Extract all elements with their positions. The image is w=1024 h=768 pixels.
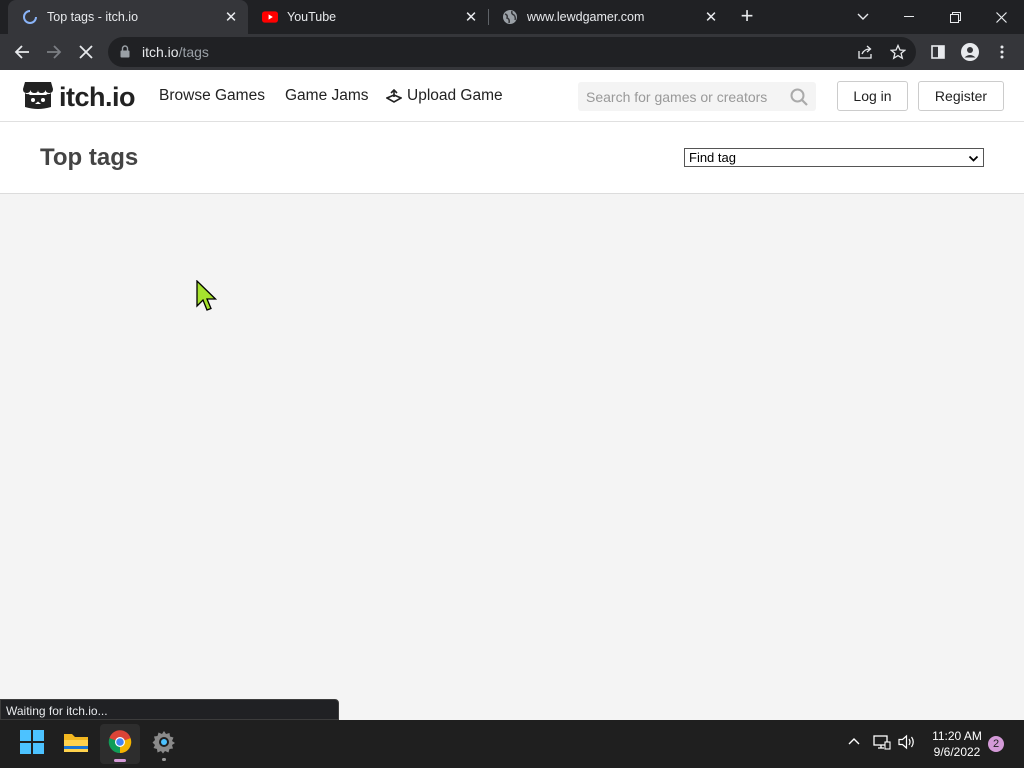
- active-app-indicator: [114, 759, 126, 762]
- show-hidden-icons-chevron-icon[interactable]: [847, 734, 861, 753]
- taskbar: 11:20 AM 9/6/2022 2: [0, 720, 1024, 768]
- close-window-button[interactable]: [978, 0, 1024, 34]
- page-title: Top tags: [40, 144, 139, 171]
- mouse-cursor-icon: [196, 279, 218, 317]
- back-arrow-icon[interactable]: [8, 38, 36, 66]
- tab-title: YouTube: [287, 10, 337, 24]
- itchio-logo[interactable]: itch.io: [22, 80, 136, 115]
- browser-status-bubble: Waiting for itch.io...: [0, 699, 339, 720]
- upload-icon: [386, 89, 402, 103]
- tab-title: www.lewdgamer.com: [527, 10, 645, 24]
- running-app-indicator: [162, 758, 166, 761]
- url-text: itch.io/tags: [142, 44, 209, 60]
- gear-icon: [152, 730, 176, 759]
- search-icon[interactable]: [790, 88, 808, 111]
- nav-browse-games[interactable]: Browse Games: [159, 87, 265, 105]
- system-clock[interactable]: 11:20 AM 9/6/2022: [926, 728, 988, 760]
- share-icon[interactable]: [852, 38, 880, 66]
- start-button[interactable]: [12, 724, 52, 764]
- windows-logo-icon: [20, 729, 44, 759]
- search-input[interactable]: [578, 82, 778, 111]
- close-tab-icon[interactable]: ✕: [460, 6, 482, 28]
- address-bar[interactable]: itch.io/tags: [108, 37, 916, 67]
- lock-icon[interactable]: [120, 45, 130, 63]
- chrome-taskbar-button[interactable]: [100, 724, 140, 764]
- close-tab-icon[interactable]: ✕: [700, 6, 722, 28]
- stop-loading-icon[interactable]: [72, 38, 100, 66]
- tab-youtube[interactable]: YouTube ✕: [248, 0, 488, 34]
- profile-icon[interactable]: [956, 38, 984, 66]
- chrome-icon: [108, 729, 132, 759]
- tab-top-tags[interactable]: Top tags - itch.io ✕: [8, 0, 248, 34]
- site-header: itch.io Browse Games Game Jams Upload Ga…: [0, 70, 1024, 122]
- url-domain: itch.io: [142, 44, 179, 60]
- side-panel-icon[interactable]: [924, 38, 952, 66]
- browser-toolbar: itch.io/tags: [0, 34, 1024, 70]
- find-tag-selected-value: Find tag: [689, 150, 736, 165]
- globe-icon: [502, 9, 518, 25]
- nav-game-jams[interactable]: Game Jams: [285, 87, 369, 105]
- close-tab-icon[interactable]: ✕: [220, 6, 242, 28]
- url-path: /tags: [178, 44, 209, 60]
- volume-icon[interactable]: [898, 734, 916, 755]
- more-menu-icon[interactable]: [988, 38, 1016, 66]
- network-icon[interactable]: [873, 734, 891, 755]
- nav-upload-game[interactable]: Upload Game: [386, 87, 503, 105]
- register-button[interactable]: Register: [918, 81, 1004, 111]
- itchio-storefront-icon: [22, 80, 54, 115]
- settings-taskbar-button[interactable]: [144, 724, 184, 764]
- clock-time: 11:20 AM: [932, 729, 982, 743]
- youtube-icon: [262, 9, 278, 25]
- find-tag-select[interactable]: Find tag: [684, 148, 984, 167]
- tab-strip: Top tags - itch.io ✕ YouTube ✕ www.lewdg…: [0, 0, 1024, 34]
- clock-date: 9/6/2022: [933, 745, 981, 759]
- folder-icon: [63, 731, 89, 758]
- tab-lewdgamer[interactable]: www.lewdgamer.com ✕: [488, 0, 728, 34]
- chevron-down-icon: [968, 152, 979, 167]
- tab-title: Top tags - itch.io: [47, 10, 139, 24]
- upload-game-label: Upload Game: [407, 87, 503, 104]
- file-explorer-button[interactable]: [56, 724, 96, 764]
- tab-search-chevron-icon[interactable]: [840, 0, 886, 34]
- new-tab-button[interactable]: +: [735, 5, 759, 29]
- search-box: [578, 82, 816, 111]
- restore-button[interactable]: [932, 0, 978, 34]
- bookmark-star-icon[interactable]: [884, 38, 912, 66]
- loading-spinner-icon: [22, 9, 38, 25]
- page-header: Top tags Find tag: [0, 122, 1024, 194]
- login-button[interactable]: Log in: [837, 81, 908, 111]
- logo-text: itch.io: [59, 82, 136, 112]
- forward-arrow-icon[interactable]: [40, 38, 68, 66]
- minimize-button[interactable]: [886, 0, 932, 34]
- notification-badge[interactable]: 2: [988, 736, 1004, 752]
